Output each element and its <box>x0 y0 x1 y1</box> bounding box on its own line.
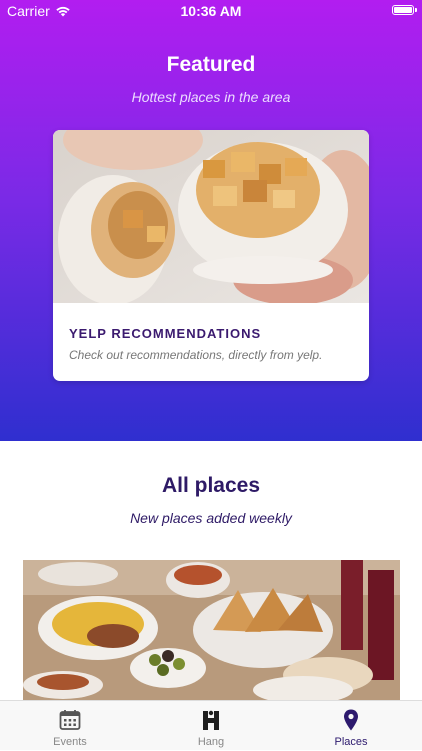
featured-hero: Carrier 10:36 AM Featured Hottest places… <box>0 0 422 441</box>
card-title: YELP RECOMMENDATIONS <box>69 326 262 341</box>
calendar-icon <box>59 710 81 730</box>
battery-icon <box>392 5 417 15</box>
tab-events[interactable]: Events <box>0 701 140 751</box>
all-places-title: All places <box>161 474 261 497</box>
all-places-subtitle: New places added weekly <box>130 510 292 526</box>
card-description: Check out recommendations, directly from… <box>69 348 323 362</box>
pastry-photo <box>53 130 369 303</box>
featured-title: Featured <box>166 53 256 76</box>
status-bar: Carrier 10:36 AM <box>0 0 422 22</box>
yelp-recommendations-card[interactable]: YELP RECOMMENDATIONS Check out recommend… <box>53 130 369 381</box>
status-time: 10:36 AM <box>180 3 242 19</box>
place-card-image[interactable] <box>23 560 400 700</box>
tab-bar: Events Hang Places <box>0 700 422 750</box>
location-pin-icon <box>344 709 358 731</box>
hang-logo-icon <box>203 710 219 730</box>
tab-places-label: Places <box>334 736 368 748</box>
tab-events-label: Events <box>53 736 87 748</box>
tab-places[interactable]: Places <box>281 701 421 751</box>
food-spread-photo <box>23 560 400 700</box>
tab-hang-label: Hang <box>197 736 225 748</box>
tab-hang[interactable]: Hang <box>141 701 281 751</box>
featured-subtitle: Hottest places in the area <box>131 89 291 105</box>
